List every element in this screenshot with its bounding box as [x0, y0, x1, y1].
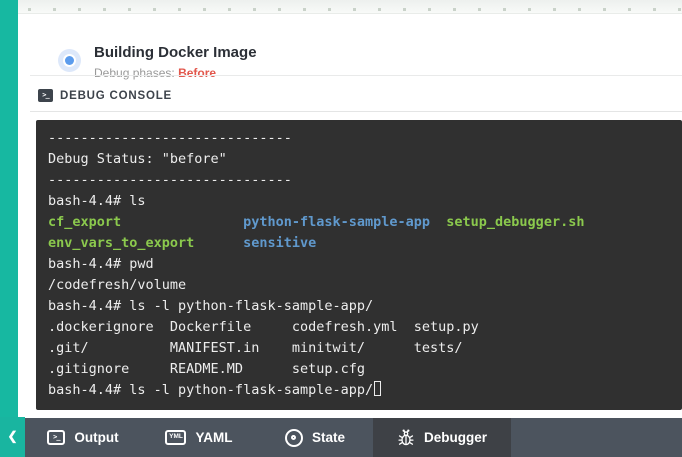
- yaml-icon: YML: [165, 430, 186, 445]
- header-divider: [30, 75, 682, 76]
- terminal-line: .gitignore README.MD setup.cfg: [48, 359, 670, 380]
- terminal-line: .git/ MANIFEST.in minitwit/ tests/: [48, 338, 670, 359]
- tab-label: Output: [74, 430, 118, 445]
- pipeline-steps-strip: [18, 0, 682, 14]
- collapse-panel-button[interactable]: ❮: [0, 417, 25, 457]
- terminal-line: .dockerignore Dockerfile codefresh.yml s…: [48, 317, 670, 338]
- step-title: Building Docker Image: [94, 44, 257, 61]
- terminal-line: bash-4.4# ls: [48, 191, 670, 212]
- terminal-line: cf_export python-flask-sample-app setup_…: [48, 212, 670, 233]
- tab-debugger[interactable]: Debugger: [373, 418, 511, 457]
- debug-console-title: DEBUG CONSOLE: [60, 90, 172, 102]
- bottom-tab-bar: >_ Output YML YAML State: [25, 418, 682, 457]
- terminal-icon: >_: [38, 89, 53, 102]
- state-icon: [285, 429, 303, 447]
- sidebar-rail: [0, 0, 18, 457]
- bug-icon: [397, 429, 415, 447]
- tab-label: State: [312, 430, 345, 445]
- terminal-line: ------------------------------: [48, 170, 670, 191]
- terminal-output: ------------------------------Debug Stat…: [48, 128, 670, 401]
- debug-phase-value: Before: [178, 66, 216, 80]
- terminal-line: /codefresh/volume: [48, 275, 670, 296]
- terminal-line: ------------------------------: [48, 128, 670, 149]
- step-status-dot: [65, 56, 74, 65]
- terminal-cursor: [374, 381, 381, 396]
- terminal-line: bash-4.4# ls -l python-flask-sample-app/: [48, 380, 670, 401]
- chevron-left-icon: ❮: [7, 429, 17, 443]
- debug-phases-label: Debug phases:: [94, 66, 175, 80]
- tab-state[interactable]: State: [257, 418, 373, 457]
- step-status-icon: [58, 49, 81, 72]
- terminal-line: bash-4.4# pwd: [48, 254, 670, 275]
- terminal-line: env_vars_to_export sensitive: [48, 233, 670, 254]
- step-subtitle: Debug phases: Before: [94, 66, 216, 80]
- tab-label: YAML: [195, 430, 232, 445]
- step-header: Building Docker Image Debug phases: Befo…: [18, 14, 682, 75]
- terminal-line: bash-4.4# ls -l python-flask-sample-app/: [48, 296, 670, 317]
- console-divider: [30, 111, 682, 112]
- terminal-icon: >_: [47, 430, 65, 445]
- terminal-line: Debug Status: "before": [48, 149, 670, 170]
- tab-output[interactable]: >_ Output: [25, 418, 141, 457]
- debug-terminal[interactable]: ------------------------------Debug Stat…: [36, 120, 682, 410]
- tab-yaml[interactable]: YML YAML: [141, 418, 257, 457]
- tab-label: Debugger: [424, 430, 487, 445]
